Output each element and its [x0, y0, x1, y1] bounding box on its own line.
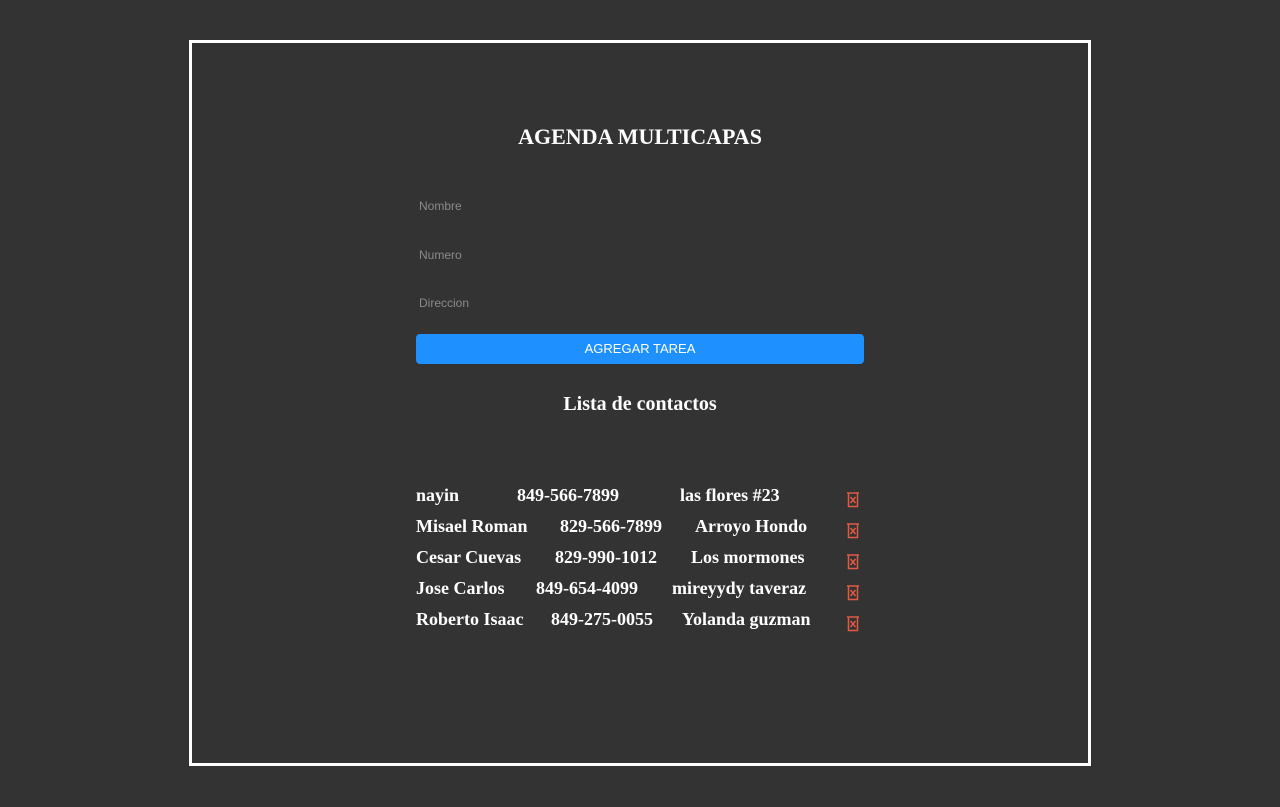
contact-address: Yolanda guzman: [682, 609, 811, 629]
trash-icon[interactable]: [846, 522, 860, 540]
contact-number: 849-654-4099: [536, 578, 638, 598]
contact-address: Arroyo Hondo: [695, 516, 808, 536]
address-input[interactable]: [416, 288, 864, 318]
agenda-container: AGENDA MULTICAPAS AGREGAR TAREA Lista de…: [189, 40, 1091, 766]
name-input[interactable]: [416, 191, 864, 221]
contact-name: Roberto Isaac: [416, 609, 524, 629]
contact-address: Los mormones: [691, 547, 805, 567]
trash-icon[interactable]: [846, 553, 860, 571]
list-item: nayin 849-566-7899 las flores #23: [416, 483, 876, 514]
trash-icon[interactable]: [846, 584, 860, 602]
contact-address: las flores #23: [680, 485, 780, 505]
contact-number: 829-990-1012: [555, 547, 657, 567]
list-item: Roberto Isaac 849-275-0055 Yolanda guzma…: [416, 607, 876, 638]
contact-list-title: Lista de contactos: [563, 393, 717, 415]
list-item: Jose Carlos 849-654-4099 mireyydy tavera…: [416, 576, 876, 607]
contact-name: Misael Roman: [416, 516, 528, 536]
add-contact-button[interactable]: AGREGAR TAREA: [416, 334, 864, 364]
contact-name: Cesar Cuevas: [416, 547, 522, 567]
trash-icon[interactable]: [846, 491, 860, 509]
list-item: Cesar Cuevas 829-990-1012 Los mormones: [416, 545, 876, 576]
contact-number: 849-566-7899: [517, 485, 619, 505]
contact-name: nayin: [416, 485, 460, 505]
trash-icon[interactable]: [846, 615, 860, 633]
contact-number: 849-275-0055: [551, 609, 653, 629]
contact-list: nayin 849-566-7899 las flores #23 Misael…: [416, 483, 876, 638]
list-item: Misael Roman 829-566-7899 Arroyo Hondo: [416, 514, 876, 545]
contact-number: 829-566-7899: [560, 516, 662, 536]
contact-address: mireyydy taveraz: [672, 578, 807, 598]
number-input[interactable]: [416, 240, 864, 270]
contact-name: Jose Carlos: [416, 578, 505, 598]
page-title: AGENDA MULTICAPAS: [518, 124, 762, 149]
